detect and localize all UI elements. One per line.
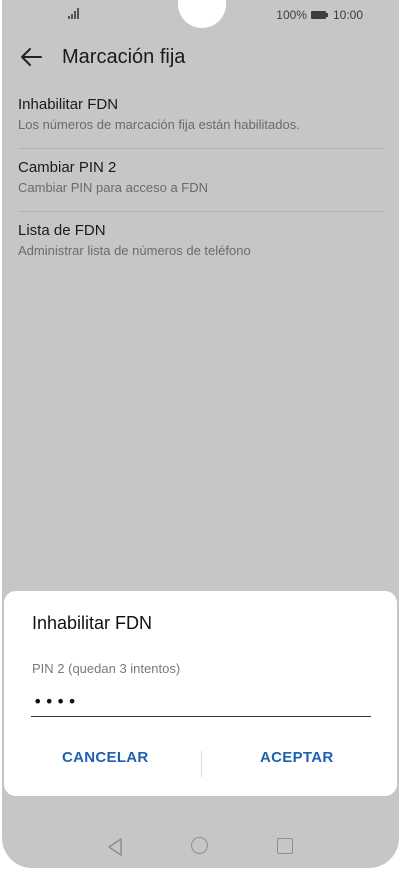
cancel-button[interactable]: CANCELAR — [62, 749, 149, 766]
battery-icon — [310, 11, 328, 19]
setting-subtitle: Cambiar PIN para acceso a FDN — [18, 180, 209, 195]
status-bar: 100% 10:00 — [2, 0, 399, 32]
setting-title: Cambiar PIN 2 — [18, 159, 117, 176]
battery-percent: 100% — [276, 8, 307, 22]
button-divider — [201, 751, 202, 777]
setting-change-pin2[interactable]: Cambiar PIN 2 Cambiar PIN para acceso a … — [18, 149, 383, 212]
settings-list: Inhabilitar FDN Los números de marcación… — [18, 86, 383, 275]
setting-title: Lista de FDN — [18, 222, 106, 239]
setting-fdn-list[interactable]: Lista de FDN Administrar lista de número… — [18, 212, 383, 275]
status-right: 100% 10:00 — [276, 8, 363, 22]
pin-field-label: PIN 2 (quedan 3 intentos) — [32, 661, 181, 676]
phone-screen: 100% 10:00 Marcación fija Inhabilitar FD… — [2, 0, 399, 868]
setting-subtitle: Los números de marcación fija están habi… — [18, 117, 300, 132]
setting-title: Inhabilitar FDN — [18, 96, 119, 113]
setting-disable-fdn[interactable]: Inhabilitar FDN Los números de marcación… — [18, 86, 383, 149]
app-bar: Marcación fija — [2, 38, 399, 78]
clock: 10:00 — [332, 8, 363, 22]
navigation-bar — [2, 832, 399, 862]
accept-button[interactable]: ACEPTAR — [260, 749, 334, 766]
page-title: Marcación fija — [62, 46, 186, 68]
dialog-title: Inhabilitar FDN — [32, 613, 153, 633]
signal-icon — [68, 7, 82, 19]
setting-subtitle: Administrar lista de números de teléfono — [18, 243, 251, 258]
pin2-input[interactable] — [31, 687, 371, 717]
back-arrow-icon[interactable] — [19, 47, 43, 67]
nav-recents-icon[interactable] — [277, 838, 293, 854]
nav-home-icon[interactable] — [191, 837, 208, 854]
nav-back-icon[interactable] — [106, 837, 124, 862]
disable-fdn-dialog: Inhabilitar FDN PIN 2 (quedan 3 intentos… — [4, 591, 397, 796]
